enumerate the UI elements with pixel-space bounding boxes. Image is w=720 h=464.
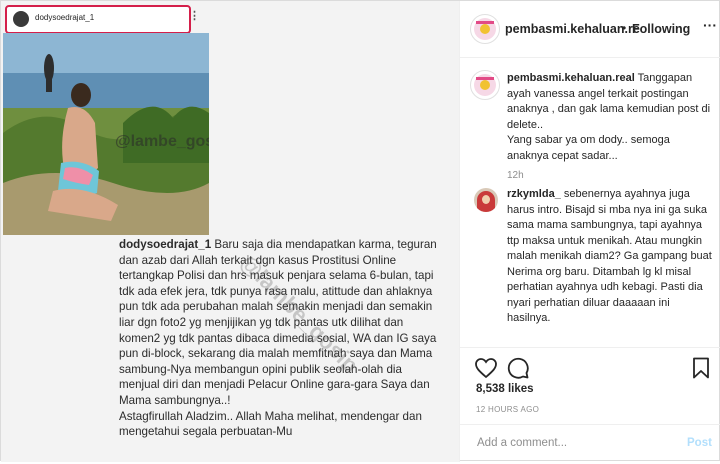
- embedded-caption-text: Baru saja dia mendapatkan karma, teguran…: [119, 238, 437, 407]
- photo-watermark: @lambe_gosip: [115, 133, 209, 150]
- comment-text: sebenernya ayahnya juga harus intro. Bis…: [507, 188, 712, 324]
- caption-author[interactable]: pembasmi.kehaluan.real: [507, 72, 635, 84]
- add-comment-bar: Post: [460, 424, 720, 464]
- embedded-caption-username: dodysoedrajat_1: [119, 238, 212, 251]
- caption-comment: pembasmi.kehaluan.real Tanggapan ayah va…: [507, 71, 713, 164]
- embedded-more-icon: ⋮: [189, 10, 200, 22]
- post-sidebar: pembasmi.kehaluan.re • Following ··· pem…: [460, 1, 720, 462]
- post-media: dodysoedrajat_1 ⋮ @lambe_gosip: [1, 1, 460, 462]
- more-icon[interactable]: ···: [703, 17, 717, 33]
- header-username[interactable]: pembasmi.kehaluan.re: [505, 22, 640, 36]
- caption-time: 12h: [507, 170, 524, 181]
- embedded-username: dodysoedrajat_1: [35, 13, 95, 22]
- caption-avatar[interactable]: [470, 70, 500, 100]
- comment-item: rzkymlda_ sebenernya ayahnya juga harus …: [507, 187, 713, 327]
- embedded-caption: dodysoedrajat_1 Baru saja dia mendapatka…: [119, 237, 441, 440]
- comment-author[interactable]: rzkymlda_: [507, 188, 561, 200]
- account-avatar[interactable]: [470, 14, 500, 44]
- action-bar: 8,538 likes 12 HOURS AGO Post: [460, 347, 720, 463]
- post-timestamp: 12 HOURS AGO: [476, 405, 540, 414]
- instagram-post: dodysoedrajat_1 ⋮ @lambe_gosip: [0, 0, 720, 462]
- comments-list[interactable]: pembasmi.kehaluan.real Tanggapan ayah va…: [460, 58, 720, 346]
- comment-input[interactable]: [475, 436, 669, 450]
- post-button[interactable]: Post: [687, 437, 712, 449]
- post-header: pembasmi.kehaluan.re • Following ···: [460, 1, 720, 58]
- header-separator: •: [622, 21, 627, 35]
- embedded-caption-text2: Astagfirullah Aladzim.. Allah Maha melih…: [119, 409, 422, 439]
- likes-count[interactable]: 8,538 likes: [476, 383, 534, 395]
- embedded-photo: @lambe_gosip: [3, 33, 209, 235]
- following-button[interactable]: Following: [632, 22, 690, 36]
- embedded-avatar: [13, 11, 29, 27]
- commenter-avatar[interactable]: [474, 188, 498, 212]
- bookmark-icon[interactable]: [689, 356, 713, 380]
- heart-icon[interactable]: [474, 356, 498, 380]
- embedded-post-header: dodysoedrajat_1: [5, 5, 191, 34]
- comment-icon[interactable]: [506, 356, 530, 380]
- caption-text2: Yang sabar ya om dody.. semoga anaknya c…: [507, 134, 670, 162]
